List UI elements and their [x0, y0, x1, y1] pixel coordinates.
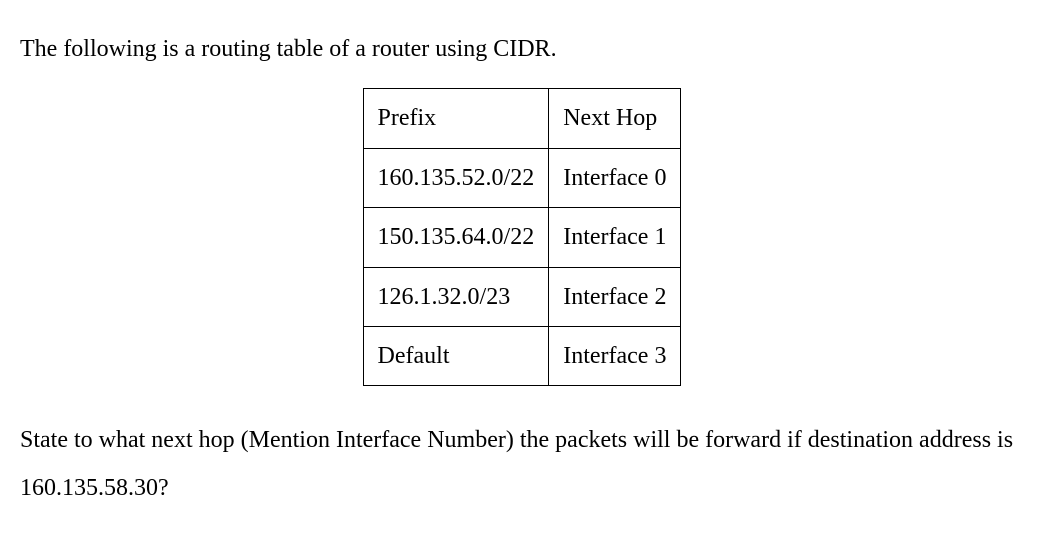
cell-nexthop: Interface 1	[549, 208, 681, 267]
table-header-row: Prefix Next Hop	[363, 89, 681, 148]
table-row: 126.1.32.0/23 Interface 2	[363, 267, 681, 326]
cell-prefix: 126.1.32.0/23	[363, 267, 549, 326]
cell-prefix: Default	[363, 326, 549, 385]
cell-nexthop: Interface 0	[549, 148, 681, 207]
header-nexthop: Next Hop	[549, 89, 681, 148]
table-row: Default Interface 3	[363, 326, 681, 385]
table-row: 150.135.64.0/22 Interface 1	[363, 208, 681, 267]
cell-nexthop: Interface 3	[549, 326, 681, 385]
cell-prefix: 150.135.64.0/22	[363, 208, 549, 267]
table-row: 160.135.52.0/22 Interface 0	[363, 148, 681, 207]
intro-text: The following is a routing table of a ro…	[20, 30, 1024, 68]
question-text: State to what next hop (Mention Interfac…	[20, 416, 1024, 512]
cell-prefix: 160.135.52.0/22	[363, 148, 549, 207]
header-prefix: Prefix	[363, 89, 549, 148]
table-wrapper: Prefix Next Hop 160.135.52.0/22 Interfac…	[20, 88, 1024, 386]
cell-nexthop: Interface 2	[549, 267, 681, 326]
routing-table: Prefix Next Hop 160.135.52.0/22 Interfac…	[363, 88, 682, 386]
